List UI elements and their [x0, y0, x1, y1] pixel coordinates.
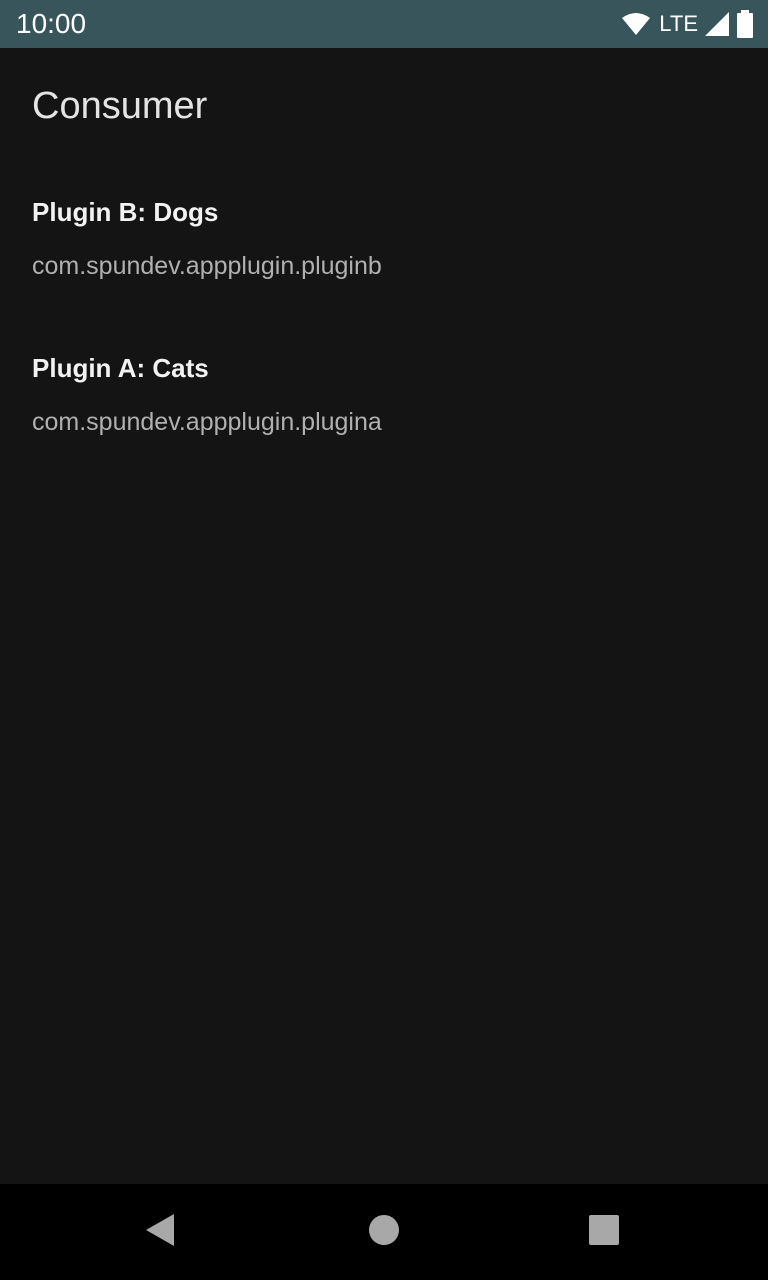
- list-item-plugin-a[interactable]: Plugin A: Cats com.spundev.appplugin.plu…: [0, 340, 768, 496]
- navigation-bar: [0, 1184, 768, 1280]
- plugin-package: com.spundev.appplugin.plugina: [32, 408, 382, 436]
- recents-icon: [589, 1214, 619, 1250]
- page-title: Consumer: [32, 85, 208, 127]
- app-content: Consumer Plugin B: Dogs com.spundev.appp…: [0, 48, 768, 1184]
- status-bar: 10:00 LTE: [0, 0, 768, 48]
- back-icon: [144, 1212, 176, 1253]
- plugin-name: Plugin B: Dogs: [32, 197, 219, 227]
- recents-button[interactable]: [580, 1208, 628, 1256]
- back-button[interactable]: [136, 1208, 184, 1256]
- status-time: 10:00: [16, 8, 87, 39]
- plugin-name: Plugin A: Cats: [32, 353, 209, 383]
- home-icon: [368, 1214, 400, 1251]
- network-type-label: LTE: [659, 11, 698, 36]
- plugin-package: com.spundev.appplugin.pluginb: [32, 252, 382, 280]
- list-item-plugin-b[interactable]: Plugin B: Dogs com.spundev.appplugin.plu…: [0, 184, 768, 340]
- home-button[interactable]: [360, 1208, 408, 1256]
- plugin-list: Plugin B: Dogs com.spundev.appplugin.plu…: [0, 184, 768, 496]
- status-icons: LTE: [621, 10, 754, 38]
- wifi-icon: [621, 12, 651, 36]
- signal-icon: [704, 11, 730, 37]
- battery-icon: [736, 10, 754, 38]
